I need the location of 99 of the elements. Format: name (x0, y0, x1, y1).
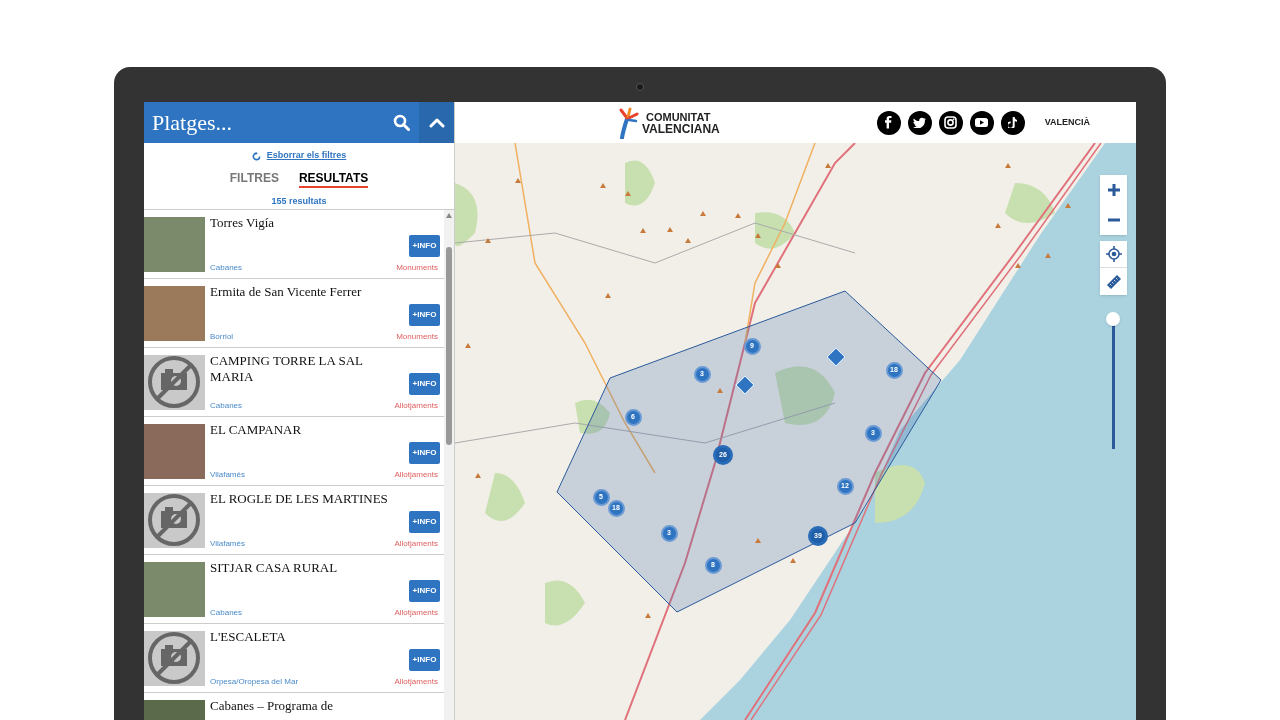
peak-icon (700, 211, 706, 216)
result-location: Cabanes (210, 400, 243, 412)
sidebar-title: Platges... (151, 109, 234, 137)
result-item[interactable]: L'ESCALETA +INFO Orpesa/Oropesa del Mar Allotjaments (144, 624, 444, 693)
info-button[interactable]: +INFO (409, 235, 440, 257)
info-button[interactable]: +INFO (409, 442, 440, 464)
tab[interactable]: RESULTATS (298, 170, 369, 188)
peak-icon (995, 223, 1001, 228)
brand-logo-icon (618, 106, 640, 139)
result-count: 155 resultats (271, 194, 327, 208)
no-photo-icon (144, 355, 205, 410)
result-location: Cabanes (210, 607, 243, 619)
result-category: Allotjaments (394, 607, 438, 619)
language-link[interactable]: VALENCIÀ (1044, 115, 1090, 130)
result-category: Allotjaments (394, 469, 438, 481)
peak-icon (1045, 253, 1051, 258)
no-photo-icon (144, 493, 205, 548)
crosshair-icon (1105, 246, 1122, 262)
info-button[interactable]: +INFO (409, 580, 440, 602)
result-title[interactable]: Cabanes – Programa de (210, 698, 400, 714)
social-link[interactable] (938, 110, 963, 135)
no-photo-icon (144, 631, 205, 686)
peak-icon (625, 191, 631, 196)
result-location: Orpesa/Oropesa del Mar (210, 676, 299, 688)
result-location: Vilafamés (210, 469, 245, 481)
peak-icon (605, 293, 611, 298)
photo-placeholder (144, 286, 205, 341)
peak-icon (485, 238, 491, 243)
social-link[interactable] (907, 110, 932, 135)
result-title[interactable]: EL CAMPANAR (210, 422, 400, 438)
result-item[interactable]: EL ROGLE DE LES MARTINES +INFO Vilafamés Allotjaments (144, 486, 444, 555)
ruler-icon (1105, 273, 1122, 290)
photo-placeholder (144, 424, 205, 479)
info-button[interactable]: +INFO (409, 373, 440, 395)
social-link[interactable] (876, 110, 901, 135)
result-title[interactable]: CAMPING TORRE LA SAL MARIA (210, 353, 400, 385)
clear-filters-link[interactable]: Esborrar els filtres (266, 149, 347, 163)
plus-icon (1106, 183, 1121, 197)
result-category: Monuments (396, 331, 438, 343)
peak-icon (1065, 203, 1071, 208)
brand-name: COMUNITAT (645, 110, 712, 123)
info-button[interactable]: +INFO (409, 511, 440, 533)
peak-icon (755, 233, 761, 238)
peak-icon (645, 613, 651, 618)
search-icon (392, 114, 410, 131)
result-location: Cabanes (210, 262, 243, 274)
scroll-up-icon (446, 213, 452, 218)
result-category: Allotjaments (394, 676, 438, 688)
result-item[interactable]: CAMPING TORRE LA SAL MARIA +INFO Cabanes Allotjaments (144, 348, 444, 417)
camera-outline-icon (944, 116, 958, 129)
peak-icon (667, 227, 673, 232)
peak-icon (825, 163, 831, 168)
minus-icon (1106, 218, 1121, 222)
refresh-icon (251, 151, 261, 161)
peak-icon (600, 183, 606, 188)
result-item[interactable]: SITJAR CASA RURAL +INFO Cabanes Allotjaments (144, 555, 444, 624)
result-category: Allotjaments (394, 400, 438, 412)
tab[interactable]: FILTRES (229, 170, 279, 188)
result-item[interactable]: Ermita de San Vicente Ferrer +INFO Borriol Monuments (144, 279, 444, 348)
chevron-up-icon (428, 117, 445, 128)
peak-icon (475, 473, 481, 478)
social-link[interactable] (1000, 110, 1025, 135)
peak-icon (685, 238, 691, 243)
social-link[interactable] (969, 110, 994, 135)
result-title[interactable]: L'ESCALETA (210, 629, 400, 645)
result-location: Borriol (210, 331, 234, 343)
photo-placeholder (144, 562, 205, 617)
result-item[interactable]: EL CAMPANAR +INFO Vilafamés Allotjaments (144, 417, 444, 486)
peak-icon (1015, 263, 1021, 268)
peak-icon (790, 558, 796, 563)
scrollbar-thumb[interactable] (446, 247, 452, 445)
peak-icon (755, 538, 761, 543)
result-location: Vilafamés (210, 538, 245, 550)
peak-icon (775, 263, 781, 268)
play-icon (975, 118, 989, 127)
result-item[interactable]: Torres Vigía +INFO Cabanes Monuments (144, 210, 444, 279)
peak-icon (640, 228, 646, 233)
result-title[interactable]: EL ROGLE DE LES MARTINES (210, 491, 400, 507)
camera-icon (636, 83, 644, 91)
result-category: Monuments (396, 262, 438, 274)
peak-icon (465, 343, 471, 348)
music-note-icon (1007, 117, 1018, 128)
result-item[interactable]: Cabanes – Programa de (144, 693, 444, 720)
result-title[interactable]: Ermita de San Vicente Ferrer (210, 284, 400, 300)
result-title[interactable]: SITJAR CASA RURAL (210, 560, 400, 576)
peak-icon (717, 388, 723, 393)
peak-icon (1005, 163, 1011, 168)
facebook-icon (885, 116, 892, 129)
peak-icon (735, 213, 741, 218)
scrollbar[interactable] (444, 210, 454, 720)
info-button[interactable]: +INFO (409, 304, 440, 326)
result-category: Allotjaments (394, 538, 438, 550)
brand-name: VALENCIANA (642, 122, 720, 135)
twitter-icon (913, 117, 927, 128)
collapse-button[interactable] (419, 102, 454, 143)
peak-icon (515, 178, 521, 183)
info-button[interactable]: +INFO (409, 649, 440, 671)
result-title[interactable]: Torres Vigía (210, 215, 400, 231)
photo-placeholder (144, 217, 205, 272)
